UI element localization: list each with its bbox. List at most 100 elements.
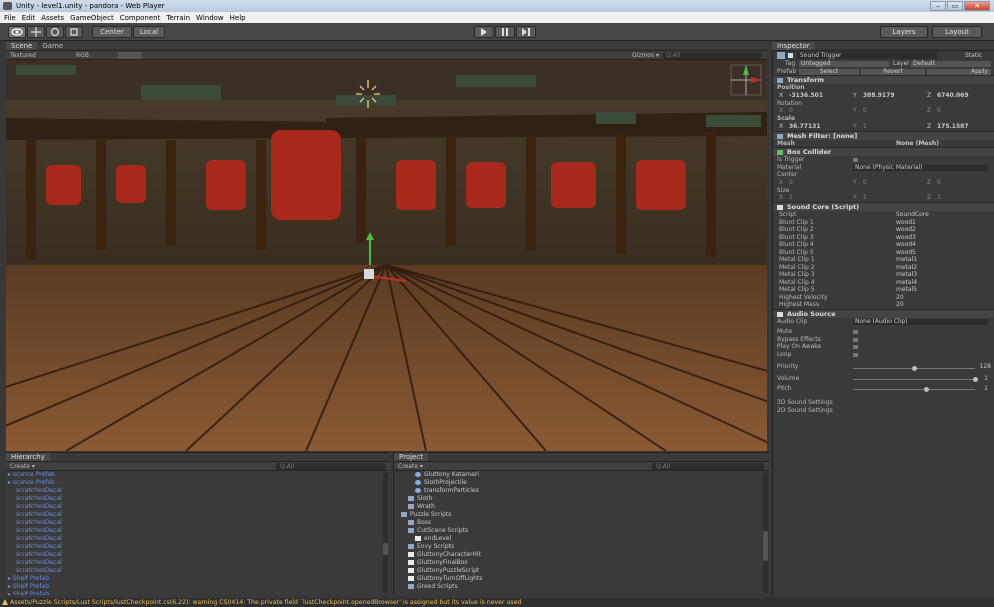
project-scrollbar-thumb[interactable] bbox=[763, 531, 768, 561]
hierarchy-item[interactable]: scratchesDecal bbox=[6, 551, 390, 559]
project-item[interactable]: Envy Scripts bbox=[394, 543, 769, 551]
hierarchy-item[interactable]: scratchesDecal bbox=[6, 535, 390, 543]
project-item[interactable]: endLevel bbox=[394, 535, 769, 543]
center-z-field[interactable]: 0 bbox=[937, 179, 941, 187]
project-item[interactable]: Gluttony Katamari bbox=[394, 471, 769, 479]
project-item[interactable]: Wrath bbox=[394, 503, 769, 511]
volume-value[interactable]: 1 bbox=[984, 375, 988, 383]
layout-dropdown[interactable]: Layout bbox=[932, 26, 982, 38]
active-checkbox[interactable] bbox=[788, 53, 793, 58]
hierarchy-scrollbar-thumb[interactable] bbox=[383, 543, 388, 555]
menu-component[interactable]: Component bbox=[120, 14, 161, 22]
is-trigger-checkbox[interactable] bbox=[853, 158, 858, 162]
audio-toggle-checkbox[interactable] bbox=[853, 337, 858, 342]
sound-core-field-value[interactable]: metal1 bbox=[896, 256, 917, 264]
sound-core-field-value[interactable]: metal3 bbox=[896, 271, 917, 279]
color-mode-dropdown[interactable]: RGB bbox=[76, 51, 89, 60]
project-item[interactable]: Puzzle Scripts bbox=[394, 511, 769, 519]
tag-dropdown[interactable]: Untagged bbox=[799, 61, 889, 67]
pitch-slider-knob[interactable] bbox=[924, 387, 930, 392]
render-mode-dropdown[interactable]: Textured bbox=[10, 51, 36, 60]
project-item[interactable]: GluttonyFinalBox bbox=[394, 559, 769, 567]
project-item[interactable]: Boss bbox=[394, 519, 769, 527]
hand-tool-button[interactable] bbox=[8, 26, 26, 38]
menu-edit[interactable]: Edit bbox=[22, 14, 36, 22]
audio-clip-field[interactable]: None (Audio Clip) bbox=[853, 318, 988, 325]
scale-z-field[interactable]: 175.1587 bbox=[937, 123, 969, 131]
project-item[interactable]: SlothProjectile bbox=[394, 479, 769, 487]
hierarchy-scrollbar[interactable] bbox=[383, 473, 388, 593]
menu-window[interactable]: Window bbox=[196, 14, 224, 22]
sound-core-field-value[interactable]: 20 bbox=[896, 294, 904, 302]
volume-slider[interactable] bbox=[853, 377, 978, 382]
prefab-select-button[interactable]: Select bbox=[799, 68, 859, 75]
hierarchy-item[interactable]: scratchesDecal bbox=[6, 495, 390, 503]
step-button[interactable] bbox=[516, 26, 536, 38]
volume-slider-knob[interactable] bbox=[973, 377, 978, 382]
close-button[interactable]: ✕ bbox=[964, 1, 990, 11]
project-item[interactable]: transformParticles bbox=[394, 487, 769, 495]
minimize-button[interactable]: – bbox=[930, 1, 946, 11]
sound-core-header[interactable]: Sound Core (Script) bbox=[773, 202, 994, 211]
priority-slider[interactable] bbox=[853, 366, 975, 371]
object-name-field[interactable]: Sound Trigger bbox=[797, 52, 937, 59]
hierarchy-search-input[interactable]: Q:All bbox=[276, 463, 386, 470]
layers-dropdown[interactable]: Layers bbox=[880, 26, 928, 38]
size-z-field[interactable]: 1 bbox=[937, 194, 941, 202]
rotate-tool-button[interactable] bbox=[46, 26, 64, 38]
hierarchy-item[interactable]: scratchesDecal bbox=[6, 567, 390, 575]
sound-3d-settings-label[interactable]: 3D Sound Settings bbox=[777, 399, 833, 407]
position-y-field[interactable]: 388.9179 bbox=[863, 92, 895, 100]
maximize-button[interactable]: ▭ bbox=[947, 1, 963, 11]
status-message[interactable]: Assets/Puzzle Scripts/Lust Scripts/lustC… bbox=[10, 599, 521, 606]
console-status-bar[interactable]: Assets/Puzzle Scripts/Lust Scripts/lustC… bbox=[0, 598, 994, 607]
sound-3d-settings-row[interactable]: 3D Sound Settings bbox=[773, 399, 994, 407]
sound-core-field-value[interactable]: wood4 bbox=[896, 241, 916, 249]
center-x-field[interactable]: 0 bbox=[789, 179, 793, 187]
hierarchy-item[interactable]: ▸ Shelf Prefab bbox=[6, 583, 390, 591]
sound-2d-settings-row[interactable]: 2D Sound Settings bbox=[773, 407, 994, 415]
position-x-field[interactable]: -3136.501 bbox=[789, 92, 823, 100]
size-y-field[interactable]: 1 bbox=[863, 194, 867, 202]
static-checkbox-label[interactable]: Static bbox=[965, 51, 982, 60]
menu-terrain[interactable]: Terrain bbox=[166, 14, 190, 22]
hierarchy-item[interactable]: ▸ sconce Prefab bbox=[6, 471, 390, 479]
project-create-button[interactable]: Create ▾ bbox=[398, 462, 423, 471]
move-tool-button[interactable] bbox=[27, 26, 45, 38]
pivot-center-button[interactable]: Center bbox=[92, 26, 132, 38]
mesh-field[interactable]: None (Mesh) bbox=[896, 140, 939, 148]
scene-search-input[interactable]: Q:All bbox=[662, 52, 762, 59]
pitch-slider[interactable] bbox=[853, 387, 975, 392]
rotation-x-field[interactable]: 0 bbox=[789, 107, 793, 115]
hierarchy-item[interactable]: scratchesDecal bbox=[6, 487, 390, 495]
hierarchy-item[interactable]: ▸ Shelf Prefab bbox=[6, 575, 390, 583]
size-x-field[interactable]: 1 bbox=[789, 194, 793, 202]
gizmos-dropdown[interactable]: Gizmos ▾ bbox=[632, 51, 659, 60]
play-button[interactable] bbox=[474, 26, 494, 38]
tab-scene[interactable]: Scene bbox=[6, 42, 38, 50]
audio-toggle-checkbox[interactable] bbox=[853, 345, 858, 349]
tab-game[interactable]: Game bbox=[37, 42, 68, 50]
hierarchy-item[interactable]: scratchesDecal bbox=[6, 559, 390, 567]
project-item[interactable]: Sloth bbox=[394, 495, 769, 503]
priority-value[interactable]: 128 bbox=[980, 363, 991, 371]
menu-help[interactable]: Help bbox=[230, 14, 246, 22]
pivot-local-button[interactable]: Local bbox=[133, 26, 165, 38]
sound-core-field-value[interactable]: 20 bbox=[896, 301, 904, 309]
project-item[interactable]: Greed Scripts bbox=[394, 583, 769, 591]
hierarchy-item[interactable]: scratchesDecal bbox=[6, 527, 390, 535]
hierarchy-item[interactable]: scratchesDecal bbox=[6, 519, 390, 527]
rotation-y-field[interactable]: 0 bbox=[863, 107, 867, 115]
audio-toggle-checkbox[interactable] bbox=[853, 330, 858, 334]
hierarchy-item[interactable]: scratchesDecal bbox=[6, 543, 390, 551]
project-item[interactable]: GluttonyTurnOffLights bbox=[394, 575, 769, 583]
layer-dropdown[interactable]: Default bbox=[911, 61, 991, 67]
sound-2d-settings-label[interactable]: 2D Sound Settings bbox=[777, 407, 833, 415]
tab-project[interactable]: Project bbox=[394, 453, 428, 461]
sound-core-field-value[interactable]: wood5 bbox=[896, 249, 916, 257]
project-scrollbar[interactable] bbox=[763, 473, 768, 593]
transform-header[interactable]: Transform bbox=[773, 75, 994, 84]
hierarchy-item[interactable]: scratchesDecal bbox=[6, 511, 390, 519]
hierarchy-item[interactable]: scratchesDecal bbox=[6, 503, 390, 511]
sound-core-field-value[interactable]: wood3 bbox=[896, 234, 916, 242]
